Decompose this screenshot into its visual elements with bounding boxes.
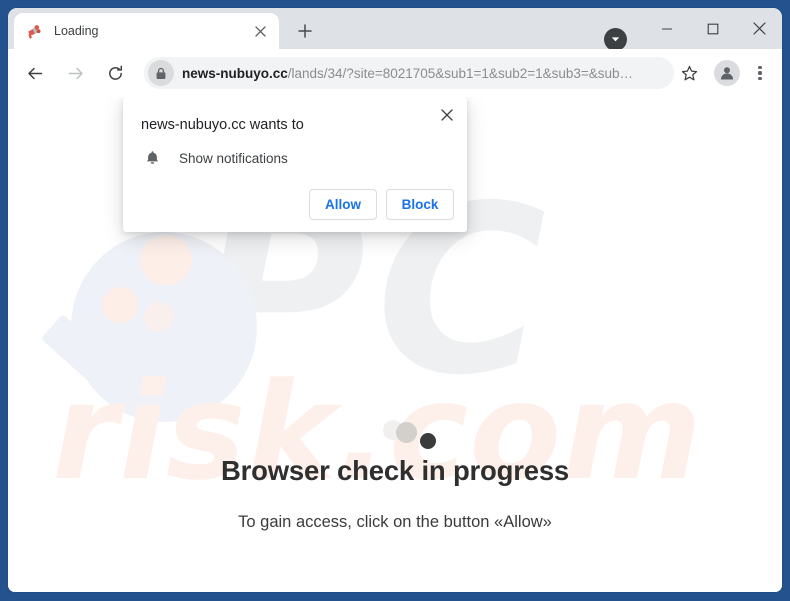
menu-dot	[758, 71, 762, 75]
tab-title: Loading	[54, 24, 99, 38]
page-subtext: To gain access, click on the button «All…	[238, 513, 552, 531]
browser-toolbar: news-nubuyo.cc/lands/34/?site=8021705&su…	[8, 49, 782, 97]
dialog-close-button[interactable]	[435, 103, 459, 127]
allow-button[interactable]: Allow	[309, 189, 377, 220]
star-icon[interactable]	[676, 60, 702, 86]
loading-dot	[396, 422, 417, 443]
loading-dot	[420, 433, 436, 449]
window-controls	[644, 8, 782, 49]
megaphone-favicon	[26, 23, 43, 40]
dialog-permission-label: Show notifications	[179, 150, 288, 166]
browser-window-frame: Loading news-nubuyo.cc/lands/34/?site=80…	[0, 0, 790, 601]
maximize-button[interactable]	[690, 8, 736, 49]
close-window-button[interactable]	[736, 8, 782, 49]
address-bar-domain: news-nubuyo.cc	[182, 65, 288, 81]
page-content: Browser check in progress To gain access…	[8, 397, 782, 532]
profile-avatar[interactable]	[714, 60, 740, 86]
forward-button[interactable]	[60, 58, 90, 88]
notification-permission-dialog: news-nubuyo.cc wants to Show notificatio…	[123, 97, 467, 232]
loading-spinner-dots	[8, 397, 782, 449]
watermark-blob	[102, 287, 138, 323]
dialog-actions: Allow Block	[309, 189, 454, 220]
minimize-button[interactable]	[644, 8, 690, 49]
new-tab-button[interactable]	[291, 17, 319, 45]
dialog-title: news-nubuyo.cc wants to	[141, 117, 304, 133]
address-bar[interactable]: news-nubuyo.cc/lands/34/?site=8021705&su…	[144, 57, 674, 89]
back-button[interactable]	[20, 58, 50, 88]
block-button[interactable]: Block	[386, 189, 454, 220]
menu-dot	[758, 65, 762, 69]
watermark-blob	[144, 302, 174, 332]
address-bar-url: news-nubuyo.cc/lands/34/?site=8021705&su…	[182, 66, 664, 81]
bell-icon	[141, 147, 163, 169]
menu-dot	[758, 77, 762, 81]
three-dot-menu-icon[interactable]	[746, 59, 774, 87]
tab-strip: Loading	[8, 8, 782, 51]
page-viewport: PC risk.com Browser check in progress To…	[8, 97, 782, 592]
tab-search-dropdown-icon[interactable]	[604, 28, 627, 51]
tab-close-button[interactable]	[249, 20, 271, 42]
browser-window: Loading news-nubuyo.cc/lands/34/?site=80…	[8, 8, 782, 592]
dialog-permission-row: Show notifications	[141, 147, 288, 169]
reload-button[interactable]	[100, 58, 130, 88]
address-bar-path: /lands/34/?site=8021705&sub1=1&sub2=1&su…	[287, 65, 634, 81]
watermark-blob	[140, 235, 192, 285]
lock-icon[interactable]	[148, 60, 174, 86]
page-heading: Browser check in progress	[220, 455, 570, 486]
magnifying-glass-watermark	[71, 232, 257, 422]
browser-tab[interactable]: Loading	[14, 13, 279, 49]
